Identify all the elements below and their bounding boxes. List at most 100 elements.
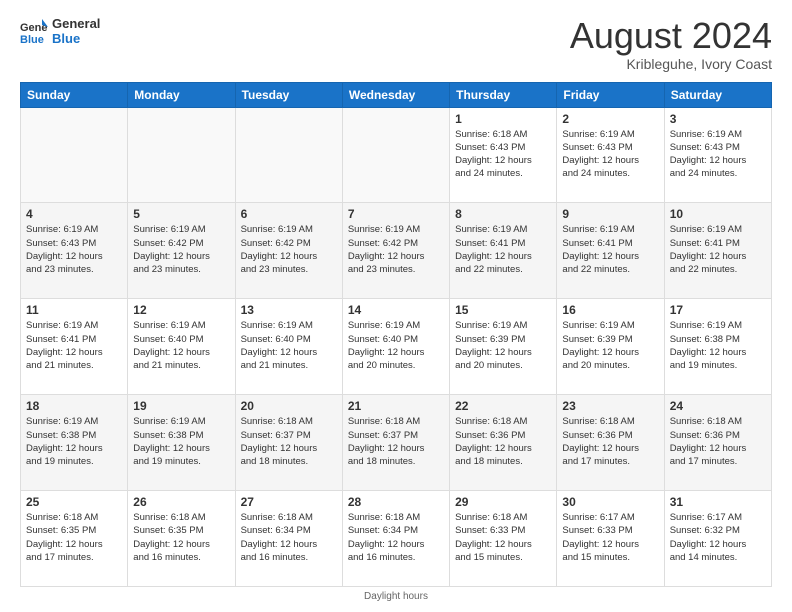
calendar-cell: 7 Sunrise: 6:19 AM Sunset: 6:42 PM Daylig… (342, 203, 449, 299)
day-info: Sunrise: 6:18 AM Sunset: 6:35 PM Dayligh… (133, 511, 229, 564)
calendar-cell: 1 Sunrise: 6:18 AM Sunset: 6:43 PM Daylig… (450, 107, 557, 203)
day-info: Sunrise: 6:19 AM Sunset: 6:39 PM Dayligh… (562, 319, 658, 372)
calendar-cell: 16 Sunrise: 6:19 AM Sunset: 6:39 PM Dayli… (557, 299, 664, 395)
calendar-cell: 26 Sunrise: 6:18 AM Sunset: 6:35 PM Dayli… (128, 491, 235, 587)
calendar-week-row: 1 Sunrise: 6:18 AM Sunset: 6:43 PM Daylig… (21, 107, 772, 203)
calendar-cell: 22Sunrise: 6:18 AM Sunset: 6:36 PM Dayli… (450, 395, 557, 491)
calendar-cell: 31Sunrise: 6:17 AM Sunset: 6:32 PM Dayli… (664, 491, 771, 587)
calendar-cell: 21 Sunrise: 6:18 AM Sunset: 6:37 PM Dayli… (342, 395, 449, 491)
calendar-week-row: 25 Sunrise: 6:18 AM Sunset: 6:35 PM Dayli… (21, 491, 772, 587)
calendar-cell: 13Sunrise: 6:19 AM Sunset: 6:40 PM Dayli… (235, 299, 342, 395)
calendar-week-row: 18 Sunrise: 6:19 AM Sunset: 6:38 PM Dayli… (21, 395, 772, 491)
calendar-cell: 24 Sunrise: 6:18 AM Sunset: 6:36 PM Dayli… (664, 395, 771, 491)
calendar-cell: 28 Sunrise: 6:18 AM Sunset: 6:34 PM Dayli… (342, 491, 449, 587)
day-number: 14 (348, 303, 444, 317)
day-info: Sunrise: 6:19 AM Sunset: 6:42 PM Dayligh… (133, 223, 229, 276)
calendar-cell: 12Sunrise: 6:19 AM Sunset: 6:40 PM Dayli… (128, 299, 235, 395)
day-info: Sunrise: 6:19 AM Sunset: 6:43 PM Dayligh… (562, 128, 658, 181)
calendar-cell: 5Sunrise: 6:19 AM Sunset: 6:42 PM Daylig… (128, 203, 235, 299)
day-number: 15 (455, 303, 551, 317)
calendar-cell: 9 Sunrise: 6:19 AM Sunset: 6:41 PM Daylig… (557, 203, 664, 299)
calendar-cell: 30 Sunrise: 6:17 AM Sunset: 6:33 PM Dayli… (557, 491, 664, 587)
calendar-cell: 4 Sunrise: 6:19 AM Sunset: 6:43 PM Daylig… (21, 203, 128, 299)
day-number: 13 (241, 303, 337, 317)
calendar-cell: 6 Sunrise: 6:19 AM Sunset: 6:42 PM Daylig… (235, 203, 342, 299)
weekday-header-cell: Monday (128, 82, 235, 107)
day-number: 30 (562, 495, 658, 509)
day-info: Sunrise: 6:19 AM Sunset: 6:43 PM Dayligh… (26, 223, 122, 276)
day-number: 3 (670, 112, 766, 126)
day-info: Sunrise: 6:18 AM Sunset: 6:33 PM Dayligh… (455, 511, 551, 564)
logo-icon: General Blue (20, 17, 48, 45)
day-number: 28 (348, 495, 444, 509)
day-info: Sunrise: 6:18 AM Sunset: 6:34 PM Dayligh… (241, 511, 337, 564)
weekday-header-cell: Sunday (21, 82, 128, 107)
day-number: 27 (241, 495, 337, 509)
calendar-cell (128, 107, 235, 203)
page: General Blue General Blue August 2024 Kr… (0, 0, 792, 612)
day-number: 16 (562, 303, 658, 317)
calendar-cell: 23Sunrise: 6:18 AM Sunset: 6:36 PM Dayli… (557, 395, 664, 491)
calendar-table: SundayMondayTuesdayWednesdayThursdayFrid… (20, 82, 772, 587)
day-number: 1 (455, 112, 551, 126)
day-number: 25 (26, 495, 122, 509)
calendar-cell: 18Sunrise: 6:19 AM Sunset: 6:38 PM Dayli… (21, 395, 128, 491)
day-info: Sunrise: 6:19 AM Sunset: 6:43 PM Dayligh… (670, 128, 766, 181)
day-info: Sunrise: 6:19 AM Sunset: 6:41 PM Dayligh… (562, 223, 658, 276)
day-number: 12 (133, 303, 229, 317)
day-number: 29 (455, 495, 551, 509)
weekday-header-cell: Thursday (450, 82, 557, 107)
day-info: Sunrise: 6:19 AM Sunset: 6:42 PM Dayligh… (241, 223, 337, 276)
day-number: 9 (562, 207, 658, 221)
calendar-cell: 27 Sunrise: 6:18 AM Sunset: 6:34 PM Dayli… (235, 491, 342, 587)
day-info: Sunrise: 6:19 AM Sunset: 6:40 PM Dayligh… (348, 319, 444, 372)
day-info: Sunrise: 6:18 AM Sunset: 6:34 PM Dayligh… (348, 511, 444, 564)
day-number: 21 (348, 399, 444, 413)
day-number: 7 (348, 207, 444, 221)
weekday-header-cell: Tuesday (235, 82, 342, 107)
subtitle: Kribleguhe, Ivory Coast (570, 56, 772, 72)
calendar-cell (235, 107, 342, 203)
calendar-cell: 19Sunrise: 6:19 AM Sunset: 6:38 PM Dayli… (128, 395, 235, 491)
day-info: Sunrise: 6:18 AM Sunset: 6:43 PM Dayligh… (455, 128, 551, 181)
calendar-week-row: 4 Sunrise: 6:19 AM Sunset: 6:43 PM Daylig… (21, 203, 772, 299)
weekday-header-cell: Wednesday (342, 82, 449, 107)
calendar-cell: 2 Sunrise: 6:19 AM Sunset: 6:43 PM Daylig… (557, 107, 664, 203)
calendar-cell: 11Sunrise: 6:19 AM Sunset: 6:41 PM Dayli… (21, 299, 128, 395)
day-number: 6 (241, 207, 337, 221)
day-number: 24 (670, 399, 766, 413)
day-info: Sunrise: 6:19 AM Sunset: 6:38 PM Dayligh… (133, 415, 229, 468)
day-info: Sunrise: 6:18 AM Sunset: 6:37 PM Dayligh… (348, 415, 444, 468)
calendar-cell: 3 Sunrise: 6:19 AM Sunset: 6:43 PM Daylig… (664, 107, 771, 203)
calendar-week-row: 11Sunrise: 6:19 AM Sunset: 6:41 PM Dayli… (21, 299, 772, 395)
calendar-cell (342, 107, 449, 203)
day-info: Sunrise: 6:17 AM Sunset: 6:33 PM Dayligh… (562, 511, 658, 564)
day-number: 22 (455, 399, 551, 413)
title-block: August 2024 Kribleguhe, Ivory Coast (570, 16, 772, 72)
day-number: 23 (562, 399, 658, 413)
footer-note: Daylight hours (20, 591, 772, 602)
logo-line2: Blue (52, 31, 100, 46)
day-info: Sunrise: 6:19 AM Sunset: 6:39 PM Dayligh… (455, 319, 551, 372)
logo: General Blue General Blue (20, 16, 100, 46)
calendar-cell: 29 Sunrise: 6:18 AM Sunset: 6:33 PM Dayli… (450, 491, 557, 587)
day-number: 4 (26, 207, 122, 221)
day-number: 11 (26, 303, 122, 317)
day-info: Sunrise: 6:18 AM Sunset: 6:35 PM Dayligh… (26, 511, 122, 564)
logo-line1: General (52, 16, 100, 31)
calendar-cell: 10Sunrise: 6:19 AM Sunset: 6:41 PM Dayli… (664, 203, 771, 299)
day-number: 18 (26, 399, 122, 413)
day-info: Sunrise: 6:18 AM Sunset: 6:36 PM Dayligh… (670, 415, 766, 468)
day-number: 10 (670, 207, 766, 221)
calendar-cell (21, 107, 128, 203)
weekday-header-cell: Friday (557, 82, 664, 107)
day-info: Sunrise: 6:19 AM Sunset: 6:42 PM Dayligh… (348, 223, 444, 276)
calendar-cell: 14 Sunrise: 6:19 AM Sunset: 6:40 PM Dayli… (342, 299, 449, 395)
day-number: 26 (133, 495, 229, 509)
day-number: 20 (241, 399, 337, 413)
calendar-cell: 15 Sunrise: 6:19 AM Sunset: 6:39 PM Dayli… (450, 299, 557, 395)
day-number: 2 (562, 112, 658, 126)
calendar-cell: 20Sunrise: 6:18 AM Sunset: 6:37 PM Dayli… (235, 395, 342, 491)
day-number: 31 (670, 495, 766, 509)
calendar-cell: 17Sunrise: 6:19 AM Sunset: 6:38 PM Dayli… (664, 299, 771, 395)
